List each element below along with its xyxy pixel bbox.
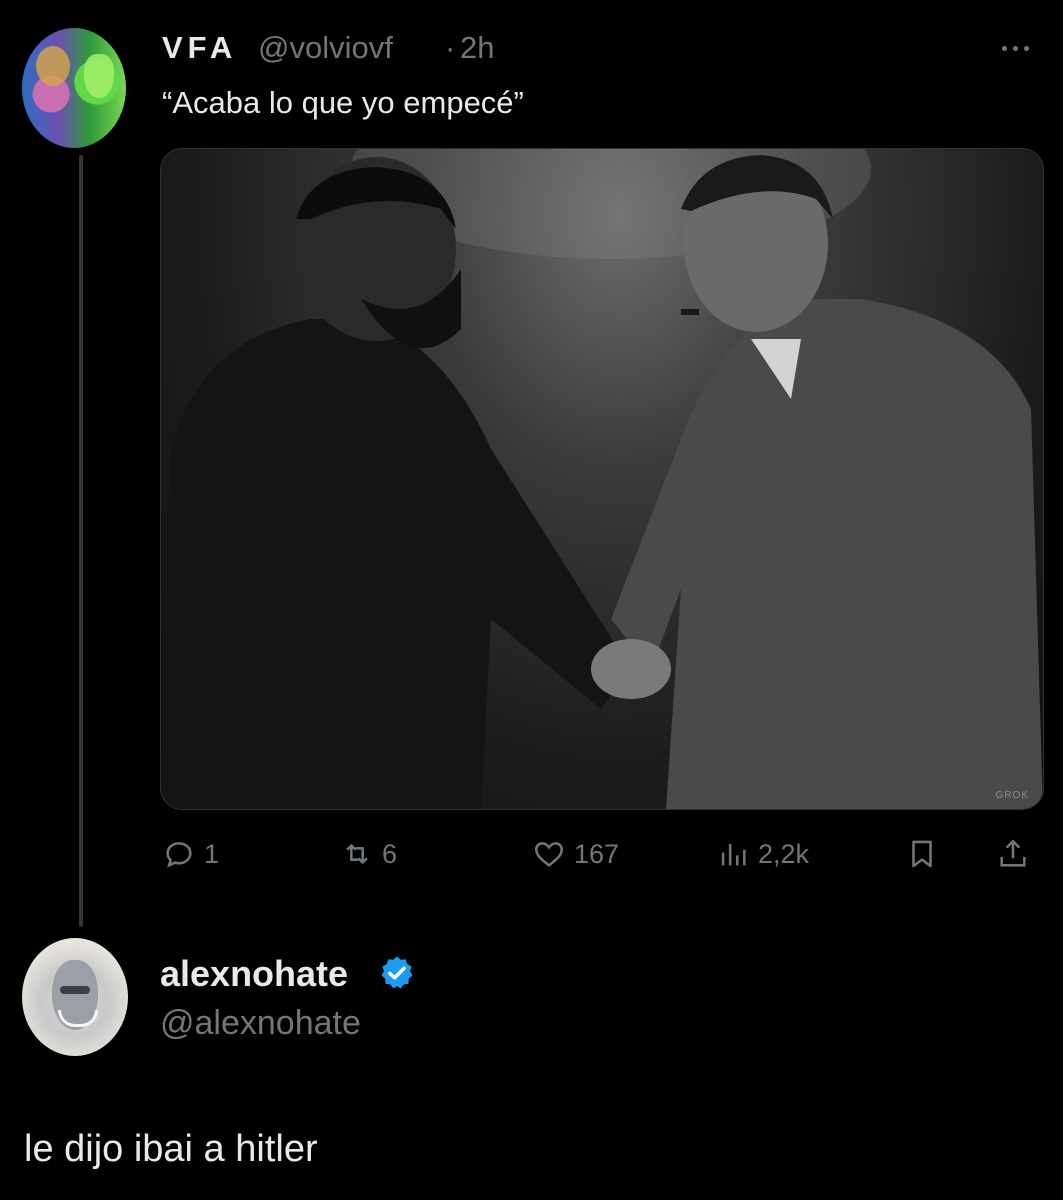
verified-badge-icon[interactable] (378, 954, 416, 992)
share-icon (1000, 839, 1026, 867)
tweet-timestamp[interactable]: 2h (460, 30, 494, 66)
reply-author-handle[interactable]: @alexnohate (160, 1004, 361, 1043)
thread-connector-line (79, 155, 83, 927)
media-illustration (161, 149, 1043, 809)
reply-count: 1 (204, 838, 220, 869)
retweet-icon (346, 844, 368, 864)
avatar-eyes (60, 986, 90, 994)
views-chart-icon (721, 844, 746, 866)
reply-author-name[interactable]: alexnohate (160, 953, 348, 995)
meta-separator: · (445, 30, 456, 65)
avatar-figure-right (84, 54, 114, 98)
more-options-icon[interactable] (1002, 38, 1038, 51)
author-handle[interactable]: @volviovf (258, 30, 393, 66)
share-button[interactable] (996, 834, 1038, 874)
views-count: 2,2k (758, 838, 810, 869)
bookmark-icon (912, 840, 932, 868)
views-button[interactable]: 2,2k (716, 834, 809, 874)
reply-button[interactable]: 1 (162, 834, 219, 874)
author-name[interactable]: VFA (162, 30, 237, 66)
reply-icon (166, 842, 192, 868)
author-avatar[interactable] (22, 28, 126, 148)
like-count: 167 (574, 838, 620, 869)
media-watermark: GROK (995, 790, 1029, 801)
bookmark-button[interactable] (905, 834, 947, 874)
reply-author-avatar[interactable] (22, 938, 128, 1056)
reply-text: le dijo ibai a hitler (24, 1128, 318, 1170)
tweet-media-image[interactable]: GROK (160, 148, 1044, 810)
like-button[interactable]: 167 (532, 834, 619, 874)
avatar-figure-left (36, 46, 70, 86)
heart-icon (534, 842, 564, 867)
retweet-count: 6 (382, 838, 398, 869)
retweet-button[interactable]: 6 (340, 834, 397, 874)
tweet-text: “Acaba lo que yo empecé” (162, 85, 524, 120)
